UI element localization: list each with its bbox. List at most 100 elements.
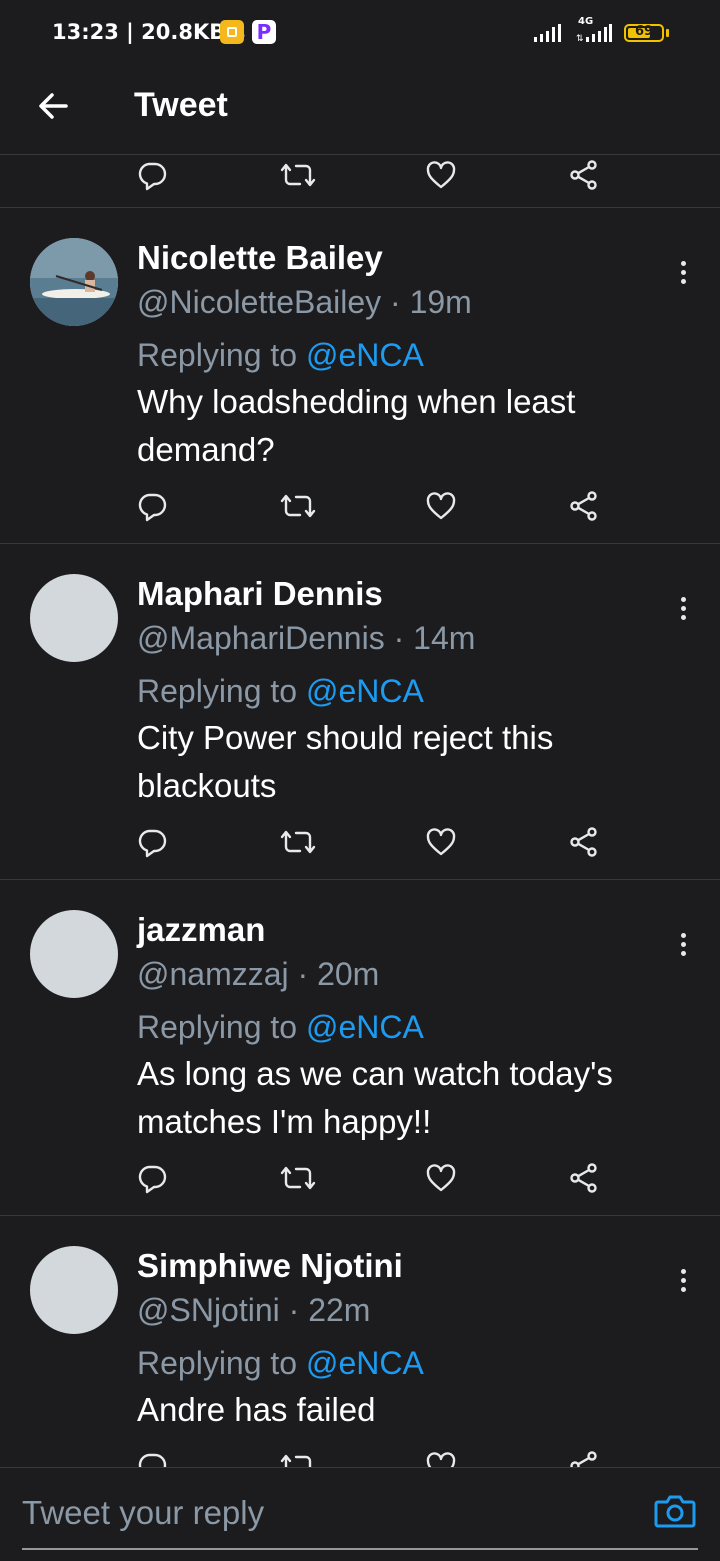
share-icon [570,491,597,521]
camera-button[interactable] [652,1488,698,1534]
like-icon [426,161,456,189]
replying-to: Replying to @eNCA [137,1343,424,1383]
author-name[interactable]: Nicolette Bailey [137,238,383,278]
share-icon [570,1163,597,1193]
battery-tip [666,29,669,37]
retweet-button[interactable] [278,486,318,526]
like-button[interactable] [421,1158,461,1198]
camera-icon [654,1495,696,1528]
share-button[interactable] [564,1446,604,1467]
replying-to: Replying to @eNCA [137,671,424,711]
share-icon [570,827,597,857]
reply-icon [138,829,167,858]
reply-button[interactable] [132,155,172,195]
replies-feed[interactable]: Nicolette Bailey @NicoletteBailey · 19m … [0,155,720,1467]
reply-button[interactable] [132,486,172,526]
app-header: Tweet [0,64,720,155]
status-bar: 13:23 | 20.8KB/s P 4G ⇅ 69 [0,0,720,64]
mention-link[interactable]: @eNCA [306,1009,424,1045]
retweet-icon [280,1166,316,1190]
retweet-button[interactable] [278,1446,318,1467]
avatar[interactable] [30,1246,118,1334]
avatar-photo [30,238,118,326]
reply-icon [138,1165,167,1194]
reply-button[interactable] [132,822,172,862]
signal-icon [534,24,561,42]
share-button[interactable] [564,155,604,195]
more-options-button[interactable] [668,253,698,293]
avatar[interactable] [30,238,118,326]
replying-to-label: Replying to [137,673,306,709]
retweet-button[interactable] [278,155,318,195]
reply-icon [138,1453,167,1467]
reply-icon [138,162,167,191]
replying-to-label: Replying to [137,337,306,373]
retweet-button[interactable] [278,822,318,862]
tweet-text: Andre has failed [137,1391,376,1428]
like-icon [426,828,456,856]
replying-to: Replying to @eNCA [137,335,424,375]
author-handle-time: @namzzaj · 20m [137,956,380,992]
retweet-icon [280,163,316,187]
reply-button[interactable] [132,1158,172,1198]
more-options-button[interactable] [668,1261,698,1301]
replying-to-label: Replying to [137,1009,306,1045]
retweet-icon [280,1454,312,1467]
author-name[interactable]: Maphari Dennis [137,574,383,614]
share-icon [570,1451,597,1467]
battery-level: 69 [634,24,654,39]
signal-icon: ⇅ [576,24,612,42]
tweet-text: Why loadshedding when least demand? [137,383,576,468]
replying-to-label: Replying to [137,1345,306,1381]
tweet-text: As long as we can watch today's matches … [137,1055,613,1140]
share-icon [570,160,597,190]
tweet-card[interactable]: Simphiwe Njotini @SNjotini · 22m Replyin… [0,1215,720,1467]
tweet-actions [0,155,720,195]
author-handle-time: @SNjotini · 22m [137,1292,371,1328]
retweet-button[interactable] [278,1158,318,1198]
tweet-text: City Power should reject this blackouts [137,719,554,804]
notification-p-icon: P [252,20,276,44]
tweet-actions [0,1446,720,1467]
mention-link[interactable]: @eNCA [306,337,424,373]
status-time: 13:23 | 20.8KB/s [52,20,246,44]
share-button[interactable] [564,486,604,526]
more-options-button[interactable] [668,925,698,965]
tweet-card[interactable]: Maphari Dennis @MaphariDennis · 14m Repl… [0,543,720,879]
more-options-button[interactable] [668,589,698,629]
reply-input[interactable] [22,1488,622,1538]
back-button[interactable] [32,84,76,128]
reply-composer [0,1467,720,1561]
replying-to: Replying to @eNCA [137,1007,424,1047]
avatar[interactable] [30,574,118,662]
author-handle-time: @NicoletteBailey · 19m [137,284,472,320]
author-handle-time: @MaphariDennis · 14m [137,620,476,656]
page-title: Tweet [134,86,228,124]
like-icon [426,492,456,520]
like-icon [426,1164,456,1192]
retweet-icon [280,830,316,854]
battery-icon: 69 [624,24,664,42]
tweet-card[interactable]: Nicolette Bailey @NicoletteBailey · 19m … [0,207,720,543]
svg-text:⇅: ⇅ [576,34,584,42]
like-button[interactable] [421,486,461,526]
like-button[interactable] [421,1446,461,1467]
like-button[interactable] [421,822,461,862]
author-name[interactable]: Simphiwe Njotini [137,1246,403,1286]
reply-button[interactable] [132,1446,172,1467]
like-icon [426,1452,456,1467]
tweet-card[interactable]: jazzman @namzzaj · 20m Replying to @eNCA… [0,879,720,1215]
share-button[interactable] [564,822,604,862]
avatar[interactable] [30,910,118,998]
retweet-icon [280,494,316,518]
mention-link[interactable]: @eNCA [306,1345,424,1381]
like-button[interactable] [421,155,461,195]
tweet-actions [0,1158,720,1198]
back-arrow-icon [39,93,68,119]
mention-link[interactable]: @eNCA [306,673,424,709]
tweet-actions [0,486,720,526]
share-button[interactable] [564,1158,604,1198]
notification-app-icon [220,20,244,44]
author-name[interactable]: jazzman [137,910,265,950]
reply-icon [138,493,167,522]
